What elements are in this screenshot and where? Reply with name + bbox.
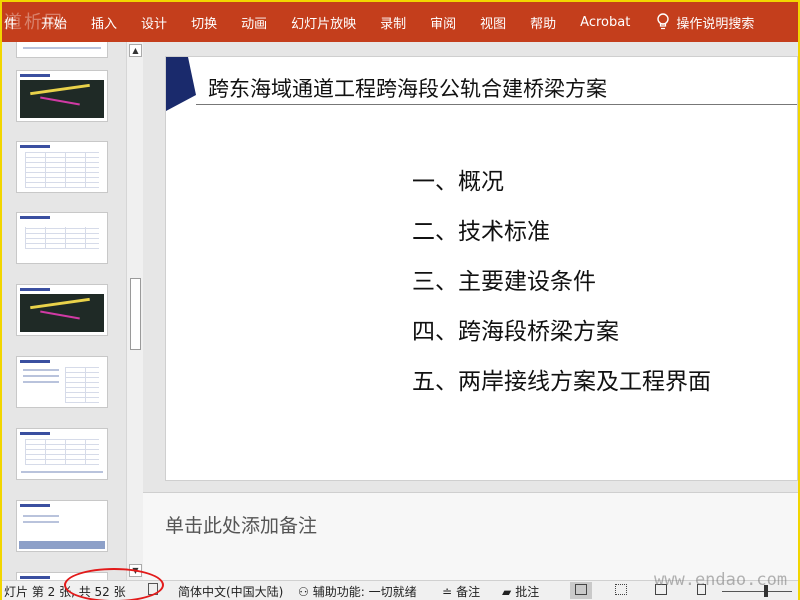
title-divider (196, 104, 797, 105)
slide-title[interactable]: 跨东海域通道工程跨海段公轨合建桥梁方案 (208, 73, 607, 103)
lightbulb-icon (656, 13, 670, 31)
tab-acrobat[interactable]: Acrobat (568, 15, 642, 30)
notes-placeholder[interactable]: 单击此处添加备注 (165, 511, 317, 538)
search-label: 操作说明搜索 (676, 16, 755, 32)
accessibility-label: 辅助功能: 一切就绪 (312, 585, 417, 599)
tab-animations[interactable]: 动画 (229, 13, 279, 32)
status-bar: 灯片 第 2 张, 共 52 张 简体中文(中国大陆) ⚇ 辅助功能: 一切就绪… (2, 580, 798, 600)
tell-me-search[interactable]: 操作说明搜索 (642, 13, 754, 32)
slide-thumbnail[interactable] (16, 212, 108, 264)
comments-label: 批注 (515, 585, 540, 599)
slide-thumbnail[interactable] (16, 141, 108, 193)
tab-transitions[interactable]: 切换 (179, 13, 229, 32)
slide-outline[interactable]: 一、概况 二、技术标准 三、主要建设条件 四、跨海段桥梁方案 五、两岸接线方案及… (412, 167, 711, 417)
outline-item: 一、概况 (412, 169, 504, 195)
normal-view-button[interactable] (570, 582, 592, 599)
scrollbar-thumb[interactable] (130, 278, 141, 350)
slide-sorter-view-button[interactable] (610, 582, 632, 599)
notes-toggle-button[interactable]: ≐ 备注 (442, 583, 480, 600)
slide-thumbnail[interactable] (16, 500, 108, 552)
scroll-up-arrow-icon[interactable]: ▲ (129, 44, 142, 57)
tab-insert[interactable]: 插入 (79, 13, 129, 32)
slide-counter: 灯片 第 2 张, 共 52 张 (4, 585, 126, 599)
spellcheck-icon[interactable] (148, 583, 158, 595)
zoom-slider-handle[interactable] (764, 585, 768, 597)
slide-thumbnail[interactable] (16, 42, 108, 58)
comments-button[interactable]: ▰ 批注 (502, 583, 539, 600)
outline-item: 四、跨海段桥梁方案 (412, 319, 619, 345)
tab-design[interactable]: 设计 (129, 13, 179, 32)
slide-thumbnail[interactable] (16, 428, 108, 480)
tab-review[interactable]: 审阅 (418, 13, 468, 32)
comment-icon: ▰ (502, 584, 512, 599)
tab-help[interactable]: 帮助 (518, 13, 568, 32)
slide-thumbnail[interactable] (16, 70, 108, 122)
tab-file[interactable]: 件 (2, 13, 29, 32)
ribbon-tab-bar: 件 开始 插入 设计 切换 动画 幻灯片放映 录制 审阅 视图 帮助 Acrob… (2, 2, 798, 42)
tab-home[interactable]: 开始 (29, 13, 79, 32)
current-slide[interactable]: 跨东海域通道工程跨海段公轨合建桥梁方案 一、概况 二、技术标准 三、主要建设条件… (165, 56, 798, 481)
tab-view[interactable]: 视图 (468, 13, 518, 32)
notes-toggle-label: 备注 (456, 585, 481, 599)
outline-item: 三、主要建设条件 (412, 269, 596, 295)
notes-pane[interactable]: 单击此处添加备注 (143, 492, 798, 580)
slide-thumbnail-pane[interactable] (2, 42, 126, 580)
reading-view-button[interactable] (650, 582, 672, 599)
scroll-down-arrow-icon[interactable]: ▼ (129, 564, 142, 577)
outline-item: 二、技术标准 (412, 219, 550, 245)
slide-thumbnail[interactable] (16, 572, 108, 580)
slide-accent-shape (166, 57, 196, 111)
slide-thumbnail[interactable] (16, 356, 108, 408)
slideshow-view-button[interactable] (692, 582, 714, 599)
notes-icon: ≐ (442, 584, 453, 599)
zoom-slider[interactable] (722, 591, 792, 592)
accessibility-status[interactable]: ⚇ 辅助功能: 一切就绪 (298, 583, 417, 600)
slide-thumbnail[interactable] (16, 284, 108, 336)
slide-editor[interactable]: 跨东海域通道工程跨海段公轨合建桥梁方案 一、概况 二、技术标准 三、主要建设条件… (143, 42, 798, 492)
tab-slideshow[interactable]: 幻灯片放映 (279, 13, 368, 32)
thumbnail-scrollbar[interactable]: ▲ ▼ (126, 42, 143, 580)
accessibility-icon: ⚇ (298, 584, 309, 599)
language-indicator[interactable]: 简体中文(中国大陆) (178, 583, 283, 600)
outline-item: 五、两岸接线方案及工程界面 (412, 369, 711, 395)
tab-record[interactable]: 录制 (368, 13, 418, 32)
